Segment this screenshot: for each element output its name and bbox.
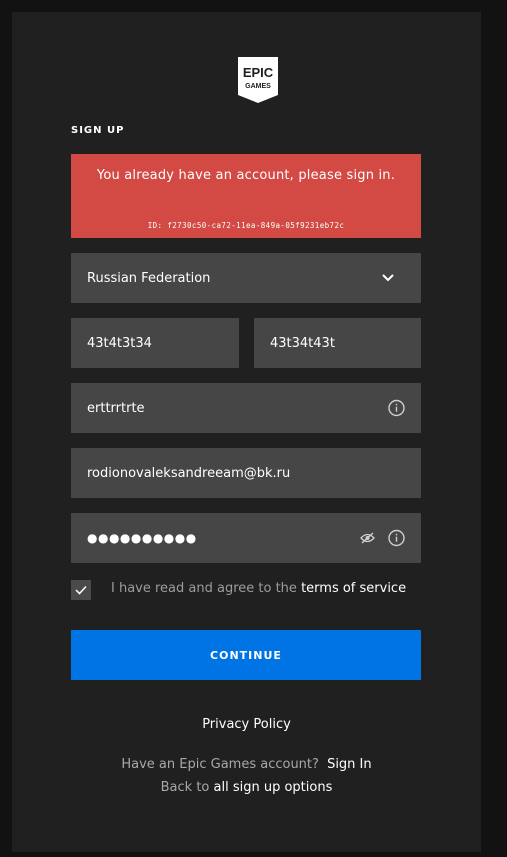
display-name-value: erttrrtrte bbox=[87, 400, 145, 416]
checkmark-icon bbox=[75, 585, 87, 595]
email-value: rodionovaleksandreeam@bk.ru bbox=[87, 465, 291, 481]
country-select[interactable]: Russian Federation bbox=[71, 253, 421, 303]
password-value: ●●●●●●●●●● bbox=[87, 531, 197, 545]
back-text: Back to bbox=[160, 780, 210, 795]
error-id: ID: f2730c50-ca72-11ea-849a-05f9231eb72c bbox=[147, 221, 345, 230]
terms-checkbox[interactable] bbox=[71, 580, 91, 600]
terms-prefix: I have read and agree to the bbox=[111, 581, 297, 596]
logo-line2: GAMES bbox=[245, 83, 271, 90]
display-name-input[interactable]: erttrrtrte bbox=[71, 383, 421, 433]
first-name-value: 43t4t3t34 bbox=[87, 335, 152, 351]
chevron-down-icon bbox=[382, 274, 394, 282]
terms-label: I have read and agree to the terms of se… bbox=[111, 581, 406, 596]
back-line: Back to all sign up options bbox=[0, 780, 493, 795]
email-input[interactable]: rodionovaleksandreeam@bk.ru bbox=[71, 448, 421, 498]
all-sign-up-options-link[interactable]: all sign up options bbox=[214, 780, 333, 795]
have-account-text: Have an Epic Games account? bbox=[121, 757, 319, 772]
info-icon[interactable] bbox=[388, 529, 405, 547]
password-input[interactable]: ●●●●●●●●●● bbox=[71, 513, 421, 563]
last-name-input[interactable]: 43t34t43t bbox=[254, 318, 421, 368]
logo-line1: EPIC bbox=[243, 65, 274, 80]
last-name-value: 43t34t43t bbox=[270, 335, 335, 351]
signup-card: EPIC GAMES SIGN UP You already have an a… bbox=[12, 12, 481, 852]
continue-button[interactable]: CONTINUE bbox=[71, 630, 421, 680]
error-message: You already have an account, please sign… bbox=[96, 168, 396, 183]
sign-in-link[interactable]: Sign In bbox=[327, 757, 372, 772]
info-icon[interactable] bbox=[388, 399, 405, 417]
first-name-input[interactable]: 43t4t3t34 bbox=[71, 318, 239, 368]
eye-slash-icon[interactable] bbox=[360, 532, 375, 544]
page-title: SIGN UP bbox=[71, 125, 125, 136]
have-account-line: Have an Epic Games account? Sign In bbox=[0, 757, 493, 772]
country-value: Russian Federation bbox=[87, 270, 211, 286]
terms-of-service-link[interactable]: terms of service bbox=[301, 581, 406, 596]
privacy-policy-link[interactable]: Privacy Policy bbox=[0, 717, 493, 732]
error-alert: You already have an account, please sign… bbox=[71, 154, 421, 238]
epic-games-logo: EPIC GAMES bbox=[236, 55, 280, 105]
